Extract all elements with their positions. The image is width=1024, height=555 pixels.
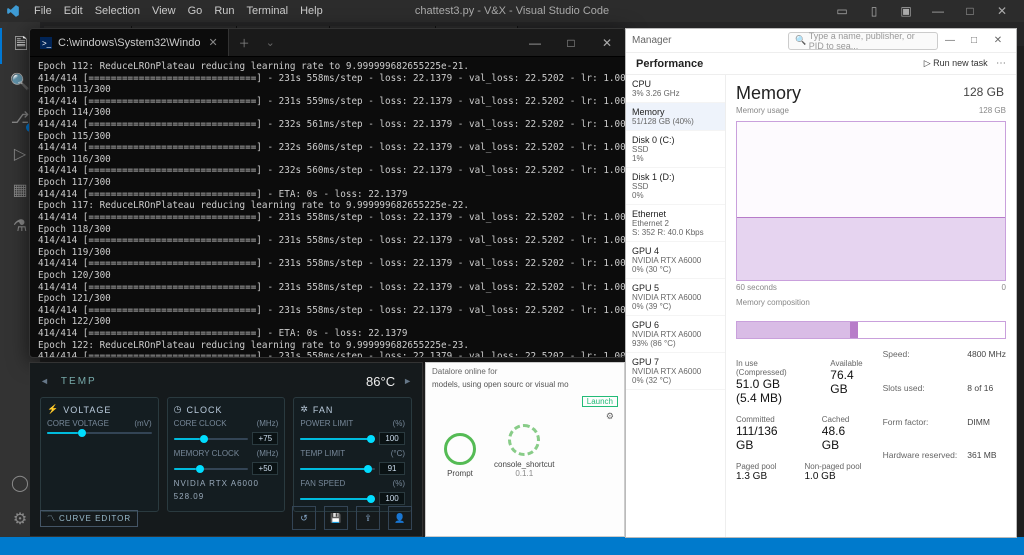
- gpu-tuner-panel: ◄ TEMP 86°C ► ⚡VOLTAGE CORE VOLTAGE(mV) …: [29, 362, 423, 537]
- tm-side-item[interactable]: Disk 1 (D:)SSD0%: [626, 168, 725, 205]
- core-clock-value: +75: [252, 432, 278, 445]
- menu-selection[interactable]: Selection: [89, 5, 146, 17]
- export-icon[interactable]: ⇪: [356, 506, 380, 530]
- memory-details: Speed:4800 MHzSlots used:8 of 16Form fac…: [883, 349, 1006, 482]
- minimize-icon[interactable]: —: [922, 4, 954, 18]
- clock-section: ◷CLOCK CORE CLOCK(MHz) +75 MEMORY CLOCK(…: [167, 397, 286, 512]
- reset-icon[interactable]: ↺: [292, 506, 316, 530]
- svg-text:>_: >_: [42, 39, 52, 48]
- tm-maximize-icon[interactable]: □: [962, 35, 986, 46]
- toggle-panel-icon[interactable]: ▭: [826, 4, 858, 18]
- tm-side-item[interactable]: GPU 6NVIDIA RTX A600093% (86 °C): [626, 316, 725, 353]
- run-new-task-button[interactable]: ▷ Run new task: [924, 58, 988, 68]
- gpu-mem: 528.09: [174, 492, 279, 501]
- search-small-icon: 🔍: [795, 35, 806, 46]
- tm-main: Memory 128 GB Memory usage128 GB 60 seco…: [726, 75, 1016, 537]
- terminal-output[interactable]: Epoch 112: ReduceLROnPlateau reducing le…: [30, 57, 625, 357]
- launcher-panel: Datalore online for models, using open s…: [425, 362, 625, 537]
- tm-more-icon[interactable]: ⋯: [996, 58, 1006, 69]
- console-shortcut-card[interactable]: console_shortcut 0.1.1: [494, 424, 554, 478]
- core-voltage-slider[interactable]: [47, 432, 152, 434]
- layout-icon[interactable]: ▣: [890, 4, 922, 18]
- fan-speed-value: 100: [379, 492, 405, 505]
- tm-side-item[interactable]: GPU 5NVIDIA RTX A60000% (39 °C): [626, 279, 725, 316]
- menu-edit[interactable]: Edit: [58, 5, 89, 17]
- powershell-icon: >_: [40, 37, 52, 49]
- terminal-tab-close-icon[interactable]: ✕: [208, 36, 217, 49]
- curve-editor-button[interactable]: 〽CURVE EDITOR: [40, 510, 138, 527]
- bolt-icon: ⚡: [47, 404, 59, 415]
- terminal-window: >_ C:\windows\System32\Windo ✕ ＋ ⌄ — □ ✕…: [29, 28, 626, 358]
- temp-label: TEMP: [61, 376, 97, 387]
- tm-search-input[interactable]: 🔍 Type a name, publisher, or PID to sea.…: [788, 32, 938, 50]
- memory-composition-bar: [736, 321, 1006, 339]
- memory-usage-chart: [736, 121, 1006, 281]
- settings-icon[interactable]: ⚙: [606, 411, 614, 422]
- menu-run[interactable]: Run: [208, 5, 240, 17]
- menu-go[interactable]: Go: [182, 5, 209, 17]
- terminal-tab-dropdown-icon[interactable]: ⌄: [260, 36, 281, 49]
- nav-left-icon[interactable]: ◄: [40, 376, 49, 386]
- temp-limit-value: 91: [379, 462, 405, 475]
- menu-file[interactable]: File: [28, 5, 58, 17]
- tm-side-item[interactable]: EthernetEthernet 2S: 352 R: 40.0 Kbps: [626, 205, 725, 242]
- tm-side-item[interactable]: Memory51/128 GB (40%): [626, 103, 725, 131]
- toggle-sidebar-icon[interactable]: ▯: [858, 4, 890, 18]
- vscode-menubar: File Edit Selection View Go Run Terminal…: [0, 0, 1024, 22]
- temp-value: 86°C: [366, 374, 395, 389]
- power-limit-value: 100: [379, 432, 405, 445]
- tm-minimize-icon[interactable]: —: [938, 35, 962, 46]
- menu-help[interactable]: Help: [294, 5, 329, 17]
- gauge-icon: ◷: [174, 404, 183, 415]
- close-icon[interactable]: ✕: [986, 4, 1018, 18]
- menu-terminal[interactable]: Terminal: [241, 5, 295, 17]
- vscode-logo-icon: [6, 4, 20, 18]
- fan-speed-slider[interactable]: [300, 498, 375, 500]
- tm-tab-performance[interactable]: Performance: [636, 58, 703, 70]
- fan-section: ✲FAN POWER LIMIT(%) 100 TEMP LIMIT(°C) 9…: [293, 397, 412, 512]
- core-clock-slider[interactable]: [174, 438, 249, 440]
- tm-side-item[interactable]: Disk 0 (C:)SSD1%: [626, 131, 725, 168]
- memory-clock-slider[interactable]: [174, 468, 249, 470]
- memory-clock-value: +50: [252, 462, 278, 475]
- tm-side-item[interactable]: GPU 4NVIDIA RTX A60000% (30 °C): [626, 242, 725, 279]
- task-manager-window: Manager 🔍 Type a name, publisher, or PID…: [625, 28, 1017, 538]
- gpu-name: NVIDIA RTX A6000: [174, 479, 279, 488]
- voltage-section: ⚡VOLTAGE CORE VOLTAGE(mV): [40, 397, 159, 512]
- prompt-card[interactable]: Prompt: [444, 433, 476, 478]
- launcher-desc: models, using open sourc or visual mo: [426, 380, 624, 394]
- tm-sidebar: CPU3% 3.26 GHzMemory51/128 GB (40%)Disk …: [626, 75, 726, 537]
- terminal-minimize-icon[interactable]: —: [517, 36, 553, 50]
- tm-side-item[interactable]: CPU3% 3.26 GHz: [626, 75, 725, 103]
- terminal-close-icon[interactable]: ✕: [589, 36, 625, 50]
- tm-close-icon[interactable]: ✕: [986, 35, 1010, 46]
- launch-button[interactable]: Launch: [582, 396, 618, 407]
- temp-limit-slider[interactable]: [300, 468, 375, 470]
- terminal-tab[interactable]: >_ C:\windows\System32\Windo ✕: [30, 29, 229, 56]
- maximize-icon[interactable]: □: [954, 4, 986, 18]
- power-limit-slider[interactable]: [300, 438, 375, 440]
- datalore-label: Datalore online for: [432, 367, 497, 376]
- terminal-new-tab-icon[interactable]: ＋: [229, 35, 260, 51]
- memory-capacity: 128 GB: [963, 85, 1004, 99]
- fan-icon: ✲: [300, 404, 309, 415]
- terminal-maximize-icon[interactable]: □: [553, 36, 589, 50]
- tm-title: Manager: [632, 35, 671, 46]
- nav-right-icon[interactable]: ►: [403, 376, 412, 386]
- save-profile-icon[interactable]: 💾: [324, 506, 348, 530]
- menu-view[interactable]: View: [146, 5, 182, 17]
- terminal-titlebar: >_ C:\windows\System32\Windo ✕ ＋ ⌄ — □ ✕: [30, 29, 625, 57]
- profile-user-icon[interactable]: 👤: [388, 506, 412, 530]
- status-bar[interactable]: [0, 537, 1024, 555]
- tm-side-item[interactable]: GPU 7NVIDIA RTX A60000% (32 °C): [626, 353, 725, 390]
